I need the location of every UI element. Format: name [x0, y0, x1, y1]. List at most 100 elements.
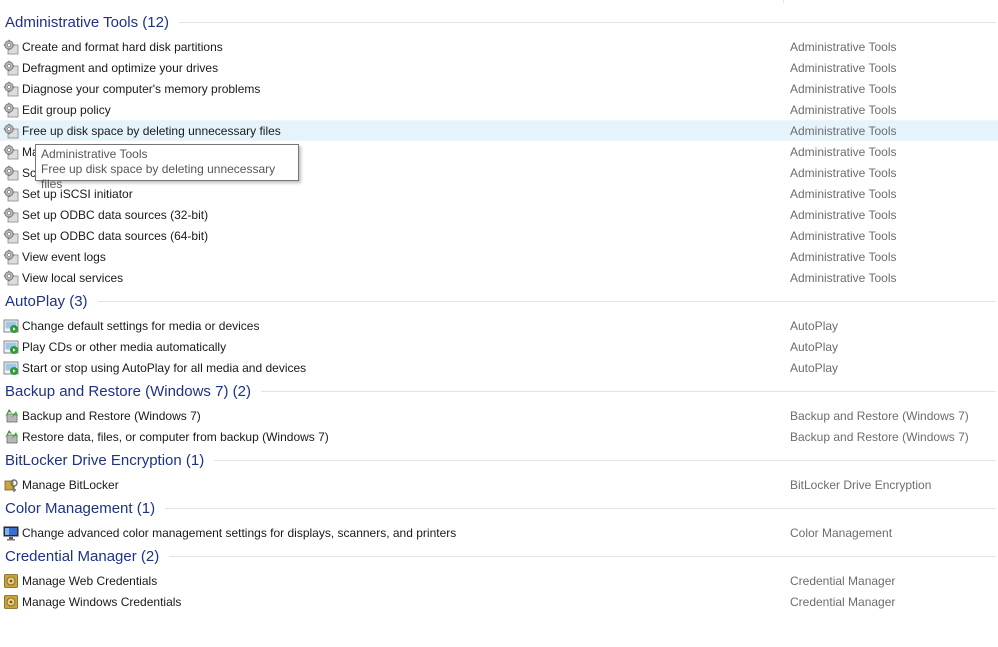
column-divider: [783, 0, 784, 3]
item-link[interactable]: Sc: [22, 166, 36, 180]
item-category: AutoPlay: [790, 318, 839, 333]
list-item[interactable]: Edit group policy Administrative Tools: [0, 99, 998, 120]
item-link[interactable]: Backup and Restore (Windows 7): [22, 409, 201, 423]
item-category: Administrative Tools: [790, 123, 897, 138]
item-link[interactable]: Manage Web Credentials: [22, 574, 157, 588]
group-title[interactable]: BitLocker Drive Encryption (1): [0, 452, 204, 469]
item-category: Administrative Tools: [790, 228, 897, 243]
item-category: Administrative Tools: [790, 102, 897, 117]
item-link[interactable]: Change default settings for media or dev…: [22, 319, 259, 333]
item-link[interactable]: Edit group policy: [22, 103, 111, 117]
item-category: Administrative Tools: [790, 165, 897, 180]
item-category: Administrative Tools: [790, 81, 897, 96]
item-category: AutoPlay: [790, 339, 839, 354]
admin-tools-gear-icon: [3, 123, 19, 139]
group-divider: [97, 300, 996, 302]
admin-tools-gear-icon: [3, 228, 19, 244]
item-category: BitLocker Drive Encryption: [790, 477, 932, 492]
item-link[interactable]: Free up disk space by deleting unnecessa…: [22, 124, 281, 138]
credential-manager-vault-icon: [3, 573, 19, 589]
item-category: Administrative Tools: [790, 207, 897, 222]
group-header-administrative-tools[interactable]: Administrative Tools (12): [0, 10, 998, 34]
group-title[interactable]: Administrative Tools (12): [0, 14, 169, 31]
item-category: Administrative Tools: [790, 60, 897, 75]
item-category: AutoPlay: [790, 360, 839, 375]
item-link[interactable]: View local services: [22, 271, 123, 285]
item-link[interactable]: Defragment and optimize your drives: [22, 61, 218, 75]
group-header-autoplay[interactable]: AutoPlay (3): [0, 289, 998, 313]
tooltip-description: Free up disk space by deleting unnecessa…: [41, 162, 276, 191]
list-item[interactable]: Defragment and optimize your drives Admin…: [0, 57, 998, 78]
item-link[interactable]: Diagnose your computer's memory problems: [22, 82, 260, 96]
list-item[interactable]: Change default settings for media or dev…: [0, 315, 998, 336]
backup-restore-icon: [3, 429, 19, 445]
list-item[interactable]: Play CDs or other media automatically Aut…: [0, 336, 998, 357]
item-category: Color Management: [790, 525, 893, 540]
item-link[interactable]: Manage BitLocker: [22, 478, 119, 492]
admin-tools-gear-icon: [3, 186, 19, 202]
admin-tools-gear-icon: [3, 207, 19, 223]
item-link[interactable]: Create and format hard disk partitions: [22, 40, 223, 54]
item-category: Credential Manager: [790, 573, 896, 588]
group-divider: [178, 21, 996, 23]
group-header-bitlocker-drive-encryption[interactable]: BitLocker Drive Encryption (1): [0, 448, 998, 472]
group-header-credential-manager[interactable]: Credential Manager (2): [0, 544, 998, 568]
item-category: Administrative Tools: [790, 186, 897, 201]
item-category: Credential Manager: [790, 594, 896, 609]
group-divider: [214, 459, 996, 461]
group-divider: [165, 507, 996, 509]
admin-tools-gear-icon: [3, 165, 19, 181]
credential-manager-vault-icon: [3, 594, 19, 610]
item-link[interactable]: Set up ODBC data sources (32-bit): [22, 208, 208, 222]
item-link[interactable]: Set up ODBC data sources (64-bit): [22, 229, 208, 243]
group-title[interactable]: Backup and Restore (Windows 7) (2): [0, 383, 251, 400]
color-management-monitor-icon: [3, 525, 19, 541]
admin-tools-gear-icon: [3, 39, 19, 55]
item-category: Backup and Restore (Windows 7): [790, 429, 969, 444]
list-item[interactable]: View event logs Administrative Tools: [0, 246, 998, 267]
list-item[interactable]: Start or stop using AutoPlay for all med…: [0, 357, 998, 378]
item-category: Backup and Restore (Windows 7): [790, 408, 969, 423]
admin-tools-gear-icon: [3, 102, 19, 118]
bitlocker-key-icon: [3, 477, 19, 493]
autoplay-icon: [3, 339, 19, 355]
item-link[interactable]: Restore data, files, or computer from ba…: [22, 430, 329, 444]
list-item[interactable]: View local services Administrative Tools: [0, 267, 998, 288]
group-divider: [260, 390, 996, 392]
list-item[interactable]: Manage Windows Credentials Credential Man…: [0, 591, 998, 612]
list-item[interactable]: Backup and Restore (Windows 7) Backup and…: [0, 405, 998, 426]
group-title[interactable]: AutoPlay (3): [0, 293, 88, 310]
admin-tools-gear-icon: [3, 144, 19, 160]
item-link[interactable]: Start or stop using AutoPlay for all med…: [22, 361, 306, 375]
list-item[interactable]: Set up ODBC data sources (64-bit) Adminis…: [0, 225, 998, 246]
admin-tools-gear-icon: [3, 81, 19, 97]
item-link[interactable]: View event logs: [22, 250, 106, 264]
autoplay-icon: [3, 318, 19, 334]
admin-tools-gear-icon: [3, 60, 19, 76]
list-item[interactable]: Manage BitLocker BitLocker Drive Encrypti…: [0, 474, 998, 495]
group-header-backup-and-restore-windows-7[interactable]: Backup and Restore (Windows 7) (2): [0, 379, 998, 403]
admin-tools-gear-icon: [3, 270, 19, 286]
autoplay-icon: [3, 360, 19, 376]
list-item[interactable]: Change advanced color management setting…: [0, 522, 998, 543]
backup-restore-icon: [3, 408, 19, 424]
list-item[interactable]: Create and format hard disk partitions Ad…: [0, 36, 998, 57]
item-category: Administrative Tools: [790, 270, 897, 285]
group-title[interactable]: Credential Manager (2): [0, 548, 159, 565]
list-item[interactable]: Manage Web Credentials Credential Manager: [0, 570, 998, 591]
list-item[interactable]: Restore data, files, or computer from ba…: [0, 426, 998, 447]
item-link[interactable]: Manage Windows Credentials: [22, 595, 181, 609]
item-category: Administrative Tools: [790, 249, 897, 264]
list-item[interactable]: Set up ODBC data sources (32-bit) Adminis…: [0, 204, 998, 225]
list-item[interactable]: Diagnose your computer's memory problems…: [0, 78, 998, 99]
group-title[interactable]: Color Management (1): [0, 500, 155, 517]
group-divider: [169, 555, 996, 557]
tooltip-title: Administrative Tools: [41, 147, 148, 161]
item-tooltip: Administrative Tools Free up disk space …: [35, 144, 299, 191]
list-item[interactable]: Free up disk space by deleting unnecessa…: [0, 120, 998, 141]
item-link[interactable]: Play CDs or other media automatically: [22, 340, 226, 354]
item-link[interactable]: Change advanced color management setting…: [22, 526, 456, 540]
group-header-color-management[interactable]: Color Management (1): [0, 496, 998, 520]
item-category: Administrative Tools: [790, 144, 897, 159]
item-category: Administrative Tools: [790, 39, 897, 54]
